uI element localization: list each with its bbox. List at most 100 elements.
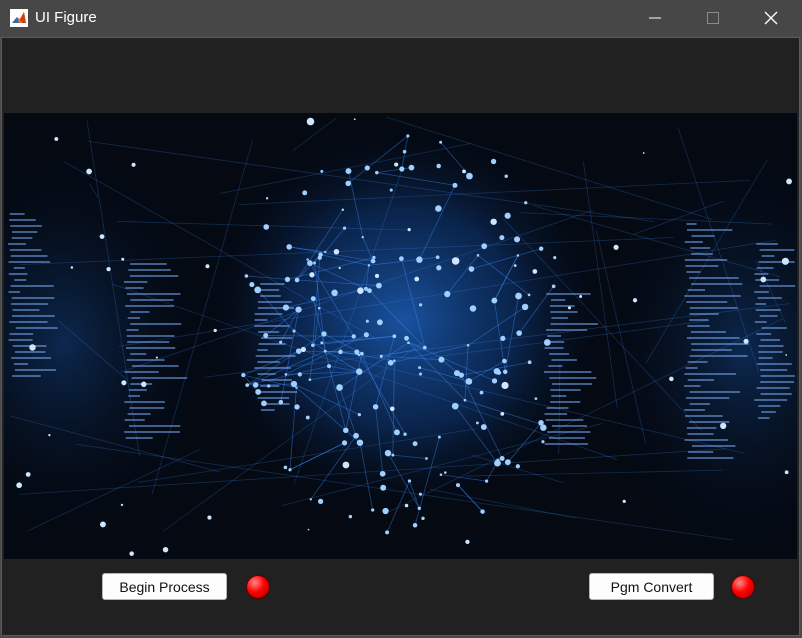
minimize-button[interactable]: [626, 0, 684, 36]
data-glyph-bar: [12, 309, 40, 311]
network-node: [436, 265, 442, 271]
pgm-convert-button[interactable]: Pgm Convert: [589, 573, 714, 600]
network-node: [527, 360, 532, 365]
data-glyph-bar: [755, 309, 781, 311]
data-glyph-bar: [546, 407, 569, 409]
network-node: [502, 358, 507, 364]
close-button[interactable]: [742, 0, 800, 36]
sparkle-dot: [54, 137, 59, 141]
network-node: [418, 492, 423, 496]
data-glyph-bar: [550, 389, 581, 391]
sparkle-dot: [131, 162, 136, 167]
data-glyph-bar: [124, 371, 159, 373]
data-glyph-bar: [13, 363, 28, 365]
data-glyph-bar: [686, 223, 697, 225]
data-glyph-bar: [126, 335, 175, 337]
data-glyph-bar: [758, 405, 781, 407]
data-glyph-bar: [260, 283, 285, 285]
brain-network-graphic: [4, 113, 797, 559]
network-node: [465, 378, 473, 385]
data-glyph-bar: [759, 285, 796, 287]
data-glyph-bar: [760, 375, 795, 377]
network-node: [320, 341, 324, 345]
sparkle-dot: [501, 381, 509, 390]
data-glyph-bar: [687, 289, 706, 291]
network-node: [345, 168, 352, 175]
network-node: [309, 498, 312, 501]
sparkle-dot: [669, 376, 674, 382]
network-node: [286, 244, 292, 250]
data-glyph-bar: [691, 343, 749, 345]
data-glyph-bar: [14, 351, 46, 353]
data-glyph-bar: [550, 323, 599, 325]
maximize-icon: [707, 12, 719, 24]
network-node: [254, 286, 262, 294]
network-node: [255, 389, 262, 395]
network-node: [294, 277, 300, 283]
data-glyph-bar: [125, 287, 144, 289]
network-node: [321, 331, 327, 337]
data-glyph-bar: [130, 299, 174, 301]
sparkle-dot: [141, 381, 147, 388]
network-node: [468, 266, 475, 272]
network-node: [341, 440, 348, 446]
sparkle-dot: [86, 168, 92, 175]
network-node: [331, 289, 338, 297]
data-glyph-bar: [691, 283, 743, 285]
data-glyph-bar: [9, 213, 25, 215]
network-node: [379, 354, 383, 358]
sparkle-dot: [333, 248, 340, 255]
network-node: [372, 255, 376, 260]
data-glyph-bar: [9, 321, 48, 323]
network-node: [500, 335, 506, 342]
network-node: [480, 509, 485, 514]
data-glyph-bar: [685, 265, 719, 267]
network-node: [553, 256, 557, 260]
sparkle-dot: [720, 422, 727, 430]
data-glyph-bar: [689, 403, 710, 405]
minimize-icon: [649, 17, 661, 19]
network-node: [393, 359, 396, 362]
data-glyph-bar: [545, 419, 584, 421]
data-glyph-bar: [688, 421, 730, 423]
data-glyph-bar: [691, 349, 732, 351]
data-glyph-bar: [257, 397, 290, 399]
network-node: [305, 415, 310, 420]
data-glyph-bar: [759, 315, 778, 317]
network-node: [541, 440, 545, 444]
network-node: [376, 319, 383, 326]
matlab-icon: [10, 9, 28, 27]
maximize-button[interactable]: [684, 0, 742, 36]
network-node: [466, 172, 473, 180]
network-node: [375, 170, 379, 175]
data-glyph-bar: [687, 379, 715, 381]
sparkle-dot: [70, 266, 74, 269]
network-node: [514, 236, 521, 243]
data-glyph-bar: [686, 229, 733, 231]
data-glyph-bar: [761, 255, 775, 257]
network-node: [278, 399, 284, 405]
network-node: [356, 439, 364, 446]
sparkle-dot: [100, 521, 106, 528]
network-node: [516, 254, 520, 257]
network-node: [402, 149, 407, 154]
data-glyph-bar: [549, 305, 575, 307]
data-glyph-bar: [551, 359, 577, 361]
sparkle-dot: [579, 295, 583, 298]
data-glyph-bar: [756, 267, 774, 269]
sparkle-dot: [25, 472, 31, 477]
begin-process-button[interactable]: Begin Process: [102, 573, 227, 600]
network-node: [311, 343, 315, 348]
data-glyph-bar: [551, 425, 587, 427]
data-glyph-bar: [126, 329, 139, 331]
sparkle-dot: [784, 470, 789, 475]
data-glyph-bar: [684, 385, 701, 387]
data-glyph-bar: [254, 319, 268, 321]
data-glyph-bar: [760, 381, 795, 383]
network-node: [295, 386, 298, 389]
data-glyph-bar: [755, 303, 767, 305]
sparkle-dot: [106, 267, 111, 272]
network-node: [284, 373, 288, 376]
data-glyph-bar: [258, 289, 280, 291]
data-glyph-bar: [254, 367, 291, 369]
